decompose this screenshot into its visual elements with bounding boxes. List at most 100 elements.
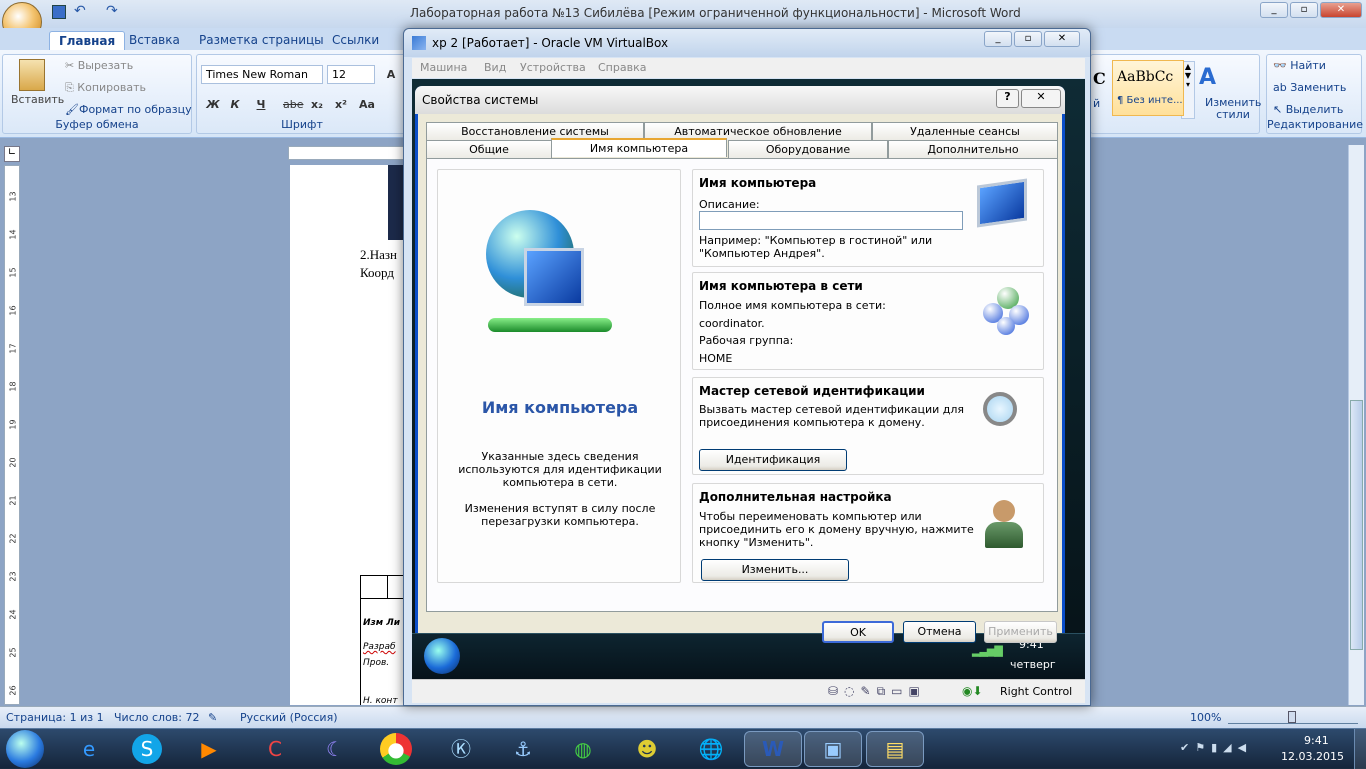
taskbar-clock[interactable]: 9:41 — [1304, 734, 1329, 747]
superscript-button[interactable]: x² — [331, 95, 351, 115]
left-text: Изменения вступят в силу после — [464, 502, 656, 515]
bold-button[interactable]: Ж — [203, 95, 223, 115]
style-sample-left[interactable]: C — [1093, 69, 1106, 88]
network-globe-icon[interactable]: 🌐 — [694, 732, 728, 766]
ruler-number: 26 — [8, 685, 18, 696]
network-name-section: Имя компьютера в сети Полное имя компьют… — [692, 272, 1044, 370]
change-styles-button[interactable]: Изменить стили — [1205, 97, 1261, 121]
tab-general[interactable]: Общие — [426, 140, 552, 158]
copy-button[interactable]: ⎘ Копировать — [65, 81, 146, 95]
close-button[interactable]: ✕ — [1320, 2, 1362, 18]
italic-button[interactable]: К — [225, 95, 245, 115]
identification-button[interactable]: Идентификация — [699, 449, 847, 471]
menu-devices[interactable]: Устройства — [520, 61, 586, 74]
device-icons[interactable]: ⛁◌✎⧉▭▣ — [828, 684, 926, 699]
underline-button[interactable]: Ч — [251, 95, 271, 115]
user-shield-icon — [981, 500, 1025, 550]
cut-button[interactable]: ✂ Вырезать — [65, 59, 133, 72]
menu-help[interactable]: Справка — [598, 61, 646, 74]
document-page[interactable]: 2.Назн Коорд Изм Ли Разраб Пров. Н. конт — [290, 165, 413, 706]
anchor-icon[interactable]: ⚓ — [506, 732, 540, 766]
section-text: кнопку "Изменить". — [699, 536, 814, 549]
undo-icon[interactable]: ↶ — [74, 3, 86, 19]
format-painter-button[interactable]: 🖌Формат по образцу — [65, 103, 192, 116]
virtualbox-status-bar: ⛁◌✎⧉▭▣ ◉⬇ Right Control — [412, 679, 1085, 703]
ccleaner-icon[interactable]: C — [258, 732, 292, 766]
tab-remote[interactable]: Удаленные сеансы — [872, 122, 1058, 140]
app-icon[interactable]: ☾ — [318, 732, 352, 766]
tab-insert[interactable]: Вставка — [120, 31, 189, 50]
explorer-taskbar-button[interactable]: ▤ — [866, 731, 924, 767]
spellcheck-icon[interactable]: ✎ — [208, 711, 217, 724]
font-size-select[interactable]: 12 — [327, 65, 375, 84]
tab-home[interactable]: Главная — [49, 31, 126, 50]
minimize-button[interactable]: _ — [1260, 2, 1288, 18]
save-icon[interactable] — [52, 5, 66, 19]
close-button[interactable]: ✕ — [1021, 89, 1061, 108]
ok-button[interactable]: OK — [822, 621, 894, 643]
zoom-thumb[interactable] — [1288, 711, 1296, 723]
apply-button[interactable]: Применить — [984, 621, 1057, 643]
cancel-button[interactable]: Отмена — [903, 621, 976, 643]
signal-icon: ▂▃▅▇ — [972, 644, 1003, 657]
guest-start-button[interactable] — [424, 638, 460, 674]
tab-advanced[interactable]: Дополнительно — [888, 140, 1058, 158]
ruler-number: 24 — [8, 609, 18, 620]
internet-explorer-icon[interactable]: e — [72, 732, 106, 766]
virtualbox-taskbar-button[interactable]: ▣ — [804, 731, 862, 767]
menu-view[interactable]: Вид — [484, 61, 506, 74]
editing-group: 👓 Найти ab Заменить ↖ Выделить Редактиро… — [1266, 54, 1363, 134]
font-group: Times New Roman 12 A Ж К Ч abe x₂ x² Aa … — [196, 54, 408, 134]
start-button[interactable] — [6, 730, 44, 768]
section-text: Чтобы переименовать компьютер или — [699, 510, 922, 523]
find-button[interactable]: 👓 Найти — [1273, 59, 1326, 72]
paste-icon[interactable] — [19, 59, 45, 91]
change-button[interactable]: Изменить... — [701, 559, 849, 581]
owl-icon[interactable]: ☻ — [630, 732, 664, 766]
media-player-icon[interactable]: ▶ — [192, 732, 226, 766]
menu-machine[interactable]: Машина — [420, 61, 467, 74]
redo-icon[interactable]: ↷ — [106, 3, 118, 19]
tab-page-layout[interactable]: Разметка страницы — [190, 31, 333, 50]
tab-computer-name[interactable]: Имя компьютера — [551, 138, 727, 157]
language[interactable]: Русский (Россия) — [240, 711, 338, 724]
ruler-number: 14 — [8, 229, 18, 240]
scroll-thumb[interactable] — [1350, 400, 1363, 650]
font-name-select[interactable]: Times New Roman — [201, 65, 323, 84]
replace-button[interactable]: ab Заменить — [1273, 81, 1346, 94]
network-molecule-icon — [983, 287, 1033, 337]
subscript-button[interactable]: x₂ — [307, 95, 327, 115]
zoom-slider[interactable] — [1228, 711, 1358, 724]
tab-references[interactable]: Ссылки — [323, 31, 388, 50]
page-count[interactable]: Страница: 1 из 1 — [6, 711, 104, 724]
minimize-button[interactable]: _ — [984, 31, 1012, 47]
maximize-button[interactable]: ▫ — [1290, 2, 1318, 18]
word-count[interactable]: Число слов: 72 — [114, 711, 200, 724]
grow-font-button[interactable]: A — [381, 65, 401, 85]
help-button[interactable]: ? — [996, 89, 1019, 108]
tab-hardware[interactable]: Оборудование — [728, 140, 888, 158]
close-button[interactable]: ✕ — [1044, 31, 1080, 47]
zoom-level[interactable]: 100% — [1190, 711, 1221, 724]
ruler-toggle-button[interactable]: ∟ — [4, 146, 20, 162]
vertical-scrollbar[interactable] — [1348, 145, 1364, 705]
show-desktop-button[interactable] — [1354, 729, 1366, 769]
description-input[interactable] — [699, 211, 963, 230]
strike-button[interactable]: abe — [283, 95, 304, 115]
taskbar-date[interactable]: 12.03.2015 — [1281, 750, 1344, 763]
left-text: Указанные здесь сведения — [481, 450, 639, 463]
paste-button[interactable]: Вставить — [11, 93, 64, 106]
chrome-icon[interactable]: ● — [380, 733, 412, 765]
table-cell: Пров. — [363, 658, 390, 668]
select-button[interactable]: ↖ Выделить — [1273, 103, 1343, 116]
k-app-icon[interactable]: Ⓚ — [444, 732, 478, 766]
maximize-button[interactable]: ▫ — [1014, 31, 1042, 47]
style-no-spacing[interactable]: AaBbCc ¶ Без инте... — [1112, 60, 1184, 116]
change-case-button[interactable]: Aa — [357, 95, 377, 115]
section-title: Имя компьютера в сети — [699, 279, 863, 293]
tray-icons[interactable]: ✔⚑▮◢◀ — [1180, 741, 1252, 754]
skype-icon[interactable]: S — [132, 734, 162, 764]
globe-app-icon[interactable]: ◍ — [566, 732, 600, 766]
computer-icon — [977, 178, 1027, 228]
word-taskbar-button[interactable]: W — [744, 731, 802, 767]
